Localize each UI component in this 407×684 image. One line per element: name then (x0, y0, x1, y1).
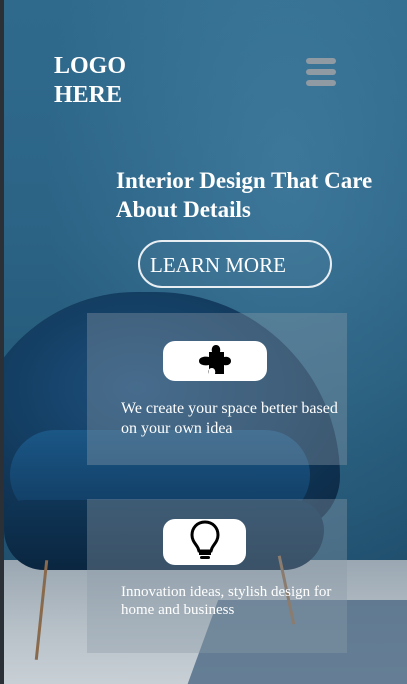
logo[interactable]: LOGO HERE (54, 52, 174, 110)
feature-text: Innovation ideas, stylish design for hom… (121, 584, 332, 618)
icon-container (163, 341, 267, 381)
menu-bar (306, 80, 336, 86)
hero-headline: Interior Design That Care About Details (116, 168, 373, 222)
feature-card: We create your space better based on you… (87, 313, 347, 465)
menu-bar (306, 58, 336, 64)
lightbulb-icon (189, 519, 221, 566)
learn-more-button[interactable]: LEARN MORE (138, 240, 332, 288)
left-edge (0, 0, 4, 684)
icon-container (163, 519, 246, 565)
puzzle-piece-icon (197, 342, 233, 381)
feature-text: We create your space better based on you… (121, 400, 338, 437)
feature-card: Innovation ideas, stylish design for hom… (87, 499, 347, 653)
menu-bar (306, 69, 336, 75)
hamburger-menu-icon[interactable] (306, 58, 336, 86)
